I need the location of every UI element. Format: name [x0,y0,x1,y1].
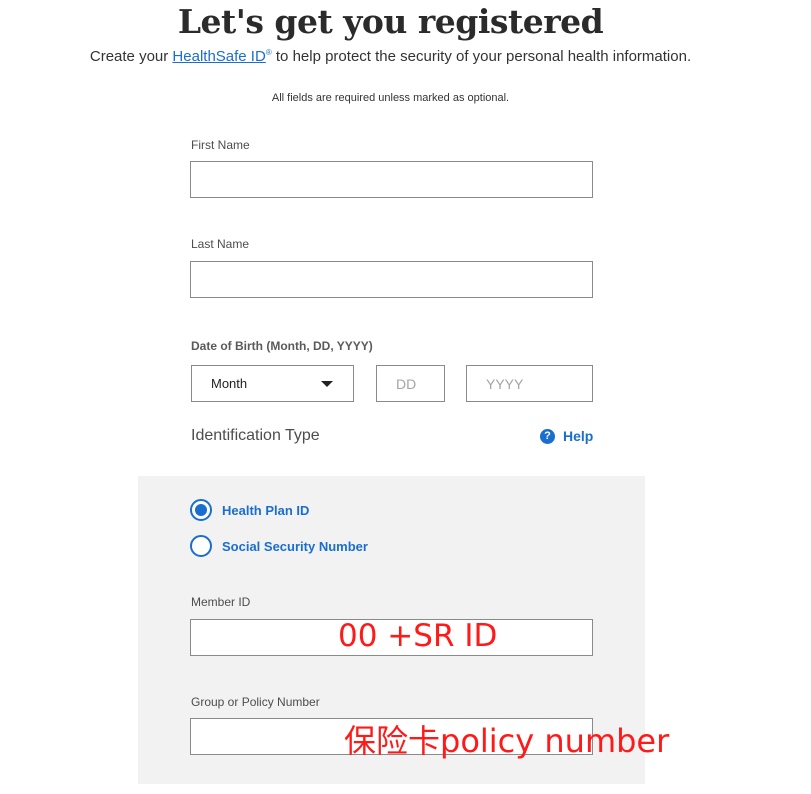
radio-checked-icon[interactable] [190,499,212,521]
page-title: Let's get you registered [177,2,604,41]
help-label: Help [563,428,594,444]
radio-health-plan-id-label: Health Plan ID [222,502,310,518]
first-name-label: First Name [191,138,250,152]
dob-label: Date of Birth (Month, DD, YYYY) [191,339,373,353]
radio-ssn-label: Social Security Number [222,538,368,554]
page-subtitle: Create your HealthSafe ID® to help prote… [0,48,781,65]
healthsafe-id-link[interactable]: HealthSafe ID [172,48,265,65]
dob-month-value: Month [211,376,248,391]
help-link[interactable]: ? Help [540,428,593,444]
chevron-down-icon [321,381,333,387]
radio-social-security-number[interactable]: Social Security Number [190,535,368,557]
radio-unchecked-icon[interactable] [190,535,212,557]
first-name-input[interactable] [190,161,593,198]
dob-year-input[interactable] [466,365,593,402]
subtitle-text-before: Create your [89,48,173,65]
group-number-input[interactable] [190,718,593,755]
group-number-label: Group or Policy Number [191,695,320,709]
registration-page: Let's get you registered Create your Hea… [0,0,811,794]
subtitle-text-after: to help protect the security of your per… [271,48,692,65]
question-circle-icon: ? [540,428,555,444]
last-name-label: Last Name [191,237,250,251]
identification-type-heading: Identification Type [191,427,320,444]
required-fields-note: All fields are required unless marked as… [271,92,510,104]
dob-month-select[interactable]: Month [191,365,354,402]
radio-health-plan-id[interactable]: Health Plan ID [190,499,309,521]
last-name-input[interactable] [190,261,593,298]
dob-day-input[interactable] [376,365,445,402]
member-id-label: Member ID [191,595,251,609]
member-id-input[interactable] [190,619,593,656]
